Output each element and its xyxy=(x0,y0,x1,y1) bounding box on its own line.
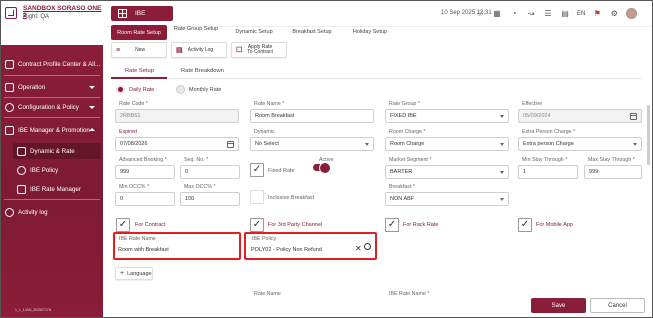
window-frame xyxy=(0,0,653,318)
